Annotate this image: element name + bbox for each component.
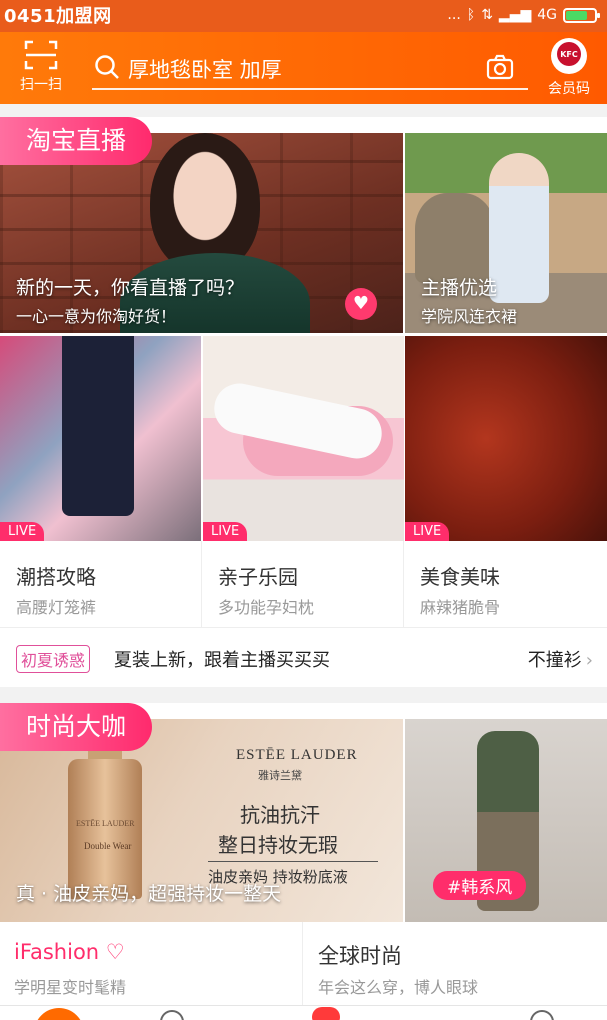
live-main-title: 新的一天，你看直播了吗？ — [16, 277, 245, 299]
camera-icon[interactable] — [486, 54, 514, 80]
tab-icon[interactable] — [160, 1010, 184, 1020]
fashion-main-caption: 真 · 油皮亲妈，超强持妆一整天 — [16, 883, 282, 905]
category-title: 美食美味 — [420, 565, 500, 589]
fashion-section: 时尚大咖 ESTĒE LAUDER Double Wear ESTĒE LAUD… — [0, 703, 607, 1005]
category-subtitle: 麻辣猪脆骨 — [420, 598, 501, 617]
live-card-family[interactable]: LIVE — [203, 336, 404, 541]
fashion-side-card[interactable]: #韩系风 — [405, 719, 607, 922]
category-cell[interactable]: 全球时尚 年会这么穿，博人眼球 — [304, 922, 607, 1005]
bluetooth-icon: ᛒ — [466, 7, 476, 23]
live-side-card[interactable]: 主播优选 学院风连衣裙 — [405, 133, 607, 333]
taobao-live-section: 淘宝直播 新的一天，你看直播了吗？ 一心一意为你淘好货！ ♥ 主播优选 学院风连… — [0, 117, 607, 687]
scan-icon — [24, 40, 58, 70]
promo-link[interactable]: 不撞衫 › — [528, 646, 593, 672]
category-subtitle: 学明星变时髦精 — [14, 978, 127, 997]
kfc-logo-icon: KFC — [551, 38, 587, 74]
member-code-label: 会员码 — [548, 81, 590, 97]
status-bar: 0451加盟网 ... ᛒ ⇅ ▂▄▆ 4G — [0, 0, 607, 32]
scan-label: 扫一扫 — [20, 77, 62, 93]
live-side-title: 主播优选 — [421, 277, 498, 299]
pants-photo — [62, 336, 134, 516]
category-title: 全球时尚 — [318, 944, 402, 968]
statue-photo — [415, 193, 495, 283]
bottle-name: Double Wear — [84, 841, 132, 851]
brand-name-en: ESTĒE LAUDER — [236, 747, 358, 763]
streamer-photo — [150, 133, 260, 273]
signal-icon: ▂▄▆ — [498, 7, 532, 23]
promo-tag: 初夏诱惑 — [16, 645, 91, 673]
bottle-brand: ESTĒE LAUDER — [76, 819, 135, 828]
live-badge: LIVE — [405, 522, 450, 541]
ad-headline-1: 抗油抗汗 — [240, 803, 320, 827]
section-tag-live[interactable]: 淘宝直播 — [0, 117, 153, 165]
promo-row[interactable]: 初夏诱惑 夏装上新，跟着主播买买买 不撞衫 › — [0, 627, 607, 687]
data-arrows-icon: ⇅ — [481, 7, 493, 23]
status-icons: ... ᛒ ⇅ ▂▄▆ 4G — [447, 7, 600, 23]
category-cell[interactable]: 美食美味 麻辣猪脆骨 — [404, 541, 607, 627]
top-header: 扫一扫 厚地毯卧室 加厚 KFC 会员码 — [0, 32, 607, 104]
search-icon — [95, 55, 119, 79]
chevron-right-icon: › — [585, 650, 593, 671]
model-photo — [489, 153, 549, 303]
category-subtitle: 多功能孕妇枕 — [218, 598, 315, 617]
ad-headline-2: 整日持妆无瑕 — [218, 833, 338, 857]
category-cell[interactable]: iFashion ♡ 学明星变时髦精 — [0, 922, 303, 1005]
cat-face-icon: ♡ — [105, 940, 125, 964]
live-badge: LIVE — [0, 522, 45, 541]
watermark: 0451加盟网 — [4, 6, 112, 27]
more-dots: ... — [447, 7, 461, 23]
category-title: 潮搭攻略 — [16, 565, 96, 589]
search-input[interactable]: 厚地毯卧室 加厚 — [92, 44, 528, 90]
scan-button[interactable]: 扫一扫 — [10, 40, 72, 98]
battery-icon — [563, 7, 600, 23]
member-code-button[interactable]: KFC 会员码 — [539, 38, 599, 100]
tab-icon[interactable] — [530, 1010, 554, 1020]
promo-text: 夏装上新，跟着主播买买买 — [114, 650, 330, 671]
section-tag-fashion[interactable]: 时尚大咖 — [0, 703, 153, 751]
network-type: 4G — [537, 7, 557, 23]
live-badge: LIVE — [203, 522, 248, 541]
hashtag-badge: #韩系风 — [433, 871, 527, 900]
category-subtitle: 高腰灯笼裤 — [16, 598, 97, 617]
category-subtitle: 年会这么穿，博人眼球 — [318, 978, 479, 997]
live-side-subtitle: 学院风连衣裙 — [421, 307, 518, 326]
category-cell[interactable]: 亲子乐园 多功能孕妇枕 — [202, 541, 404, 627]
bottom-tab-bar — [0, 1005, 607, 1020]
message-badge — [312, 1007, 340, 1020]
category-title: iFashion ♡ — [14, 940, 125, 964]
live-card-food[interactable]: LIVE — [405, 336, 607, 541]
heart-icon[interactable]: ♥ — [345, 288, 377, 320]
live-card-fashion[interactable]: LIVE — [0, 336, 201, 541]
home-tab-icon[interactable] — [34, 1008, 84, 1020]
live-main-subtitle: 一心一意为你淘好货！ — [16, 307, 177, 326]
category-title: 亲子乐园 — [218, 565, 298, 589]
category-cell[interactable]: 潮搭攻略 高腰灯笼裤 — [0, 541, 202, 627]
search-placeholder: 厚地毯卧室 加厚 — [128, 58, 282, 82]
foundation-bottle-photo — [68, 759, 142, 899]
brand-name-cn: 雅诗兰黛 — [258, 769, 302, 782]
